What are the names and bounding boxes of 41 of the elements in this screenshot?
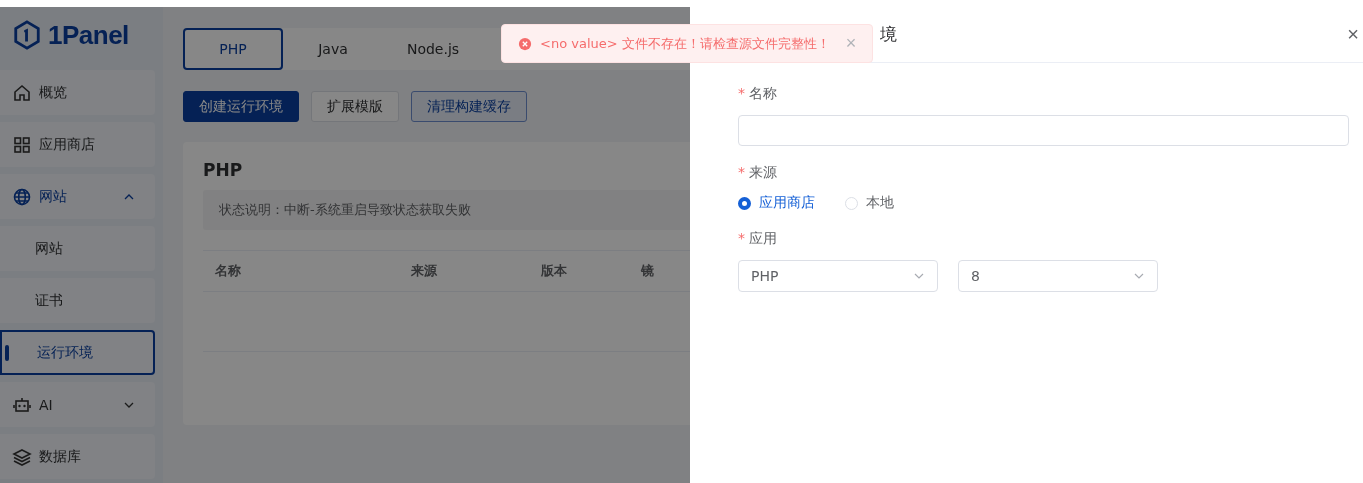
tab[interactable]: Node.js bbox=[383, 28, 483, 70]
radio-option[interactable]: 本地 bbox=[845, 194, 894, 212]
nav-item[interactable]: 概览 bbox=[0, 70, 155, 115]
status-note: 状态说明：中断-系统重启导致状态获取失败 bbox=[203, 190, 690, 230]
hexagon-logo-icon bbox=[12, 20, 42, 50]
home-icon bbox=[12, 82, 32, 103]
input-field[interactable] bbox=[738, 115, 1349, 146]
column-header: 来源 bbox=[411, 262, 438, 280]
layers-icon bbox=[12, 446, 32, 467]
field-label-text: 应用 bbox=[749, 230, 777, 246]
grid-icon bbox=[12, 134, 32, 155]
tab[interactable]: PHP bbox=[183, 28, 283, 70]
tab[interactable]: Java bbox=[283, 28, 383, 70]
required-mark: * bbox=[738, 230, 745, 246]
logo-text: 1Panel bbox=[48, 19, 129, 51]
nav-subitem[interactable]: 证书 bbox=[0, 278, 155, 323]
select-field[interactable]: 8 bbox=[958, 260, 1158, 292]
field-label-text: 来源 bbox=[749, 164, 777, 180]
required-mark: * bbox=[738, 164, 745, 180]
action-button[interactable]: 扩展模版 bbox=[311, 91, 399, 122]
toast-message: <no value> 文件不存在！请检查源文件完整性！ bbox=[540, 34, 830, 53]
column-header: 镜 bbox=[641, 262, 654, 280]
error-icon bbox=[518, 36, 532, 51]
field-label-text: 名称 bbox=[749, 85, 777, 101]
action-button[interactable]: 创建运行环境 bbox=[183, 91, 299, 122]
nav-item[interactable]: 网站 bbox=[0, 174, 155, 219]
nav-subitem[interactable]: 运行环境 bbox=[0, 330, 155, 375]
close-button[interactable]: × bbox=[1343, 23, 1363, 46]
card-title: PHP bbox=[203, 160, 244, 180]
globe-icon bbox=[12, 186, 32, 207]
column-header: 版本 bbox=[541, 262, 568, 280]
required-mark: * bbox=[738, 85, 745, 101]
nav-item[interactable]: 数据库 bbox=[0, 434, 155, 479]
nav-item[interactable]: AI bbox=[0, 382, 155, 427]
nav-item[interactable]: 应用商店 bbox=[0, 122, 155, 167]
drawer-title: 境 bbox=[880, 23, 897, 46]
action-button[interactable]: 清理构建缓存 bbox=[411, 91, 527, 122]
column-header: 名称 bbox=[215, 262, 242, 280]
select-field[interactable]: PHP bbox=[738, 260, 938, 292]
radio-option[interactable]: 应用商店 bbox=[738, 194, 815, 212]
nav-subitem[interactable]: 网站 bbox=[0, 226, 155, 271]
